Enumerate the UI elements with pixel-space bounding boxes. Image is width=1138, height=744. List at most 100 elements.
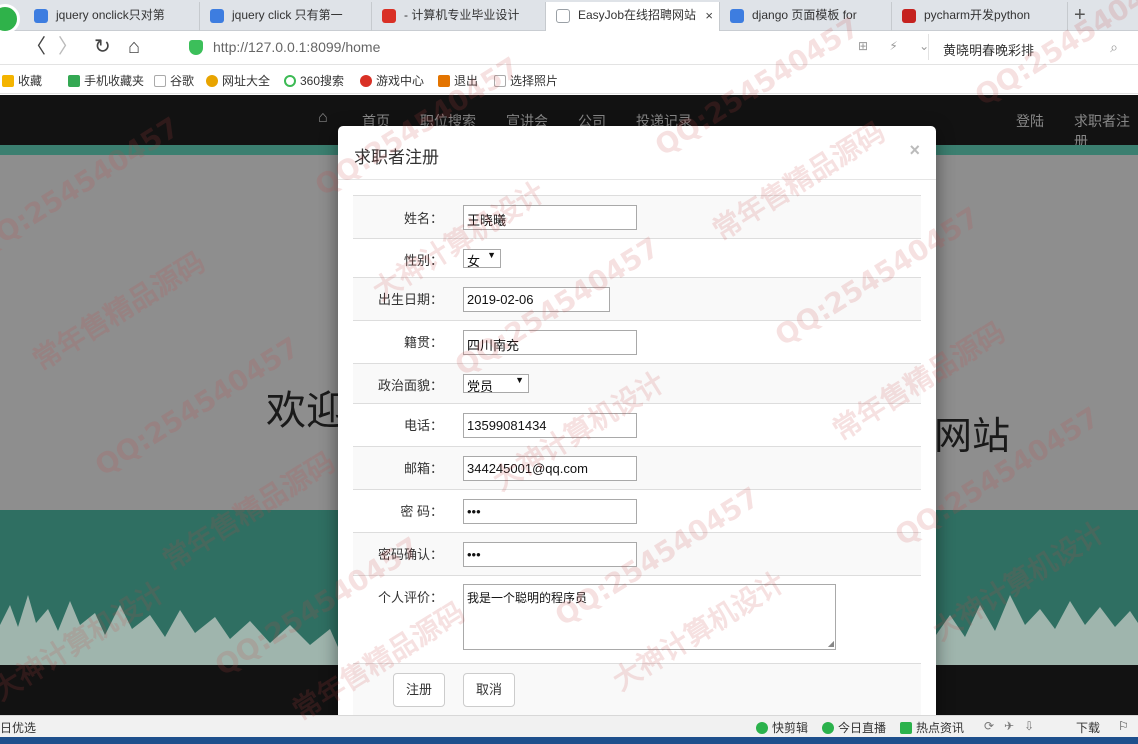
bookmark-item[interactable]: 手机收藏夹 <box>68 72 144 89</box>
browser-tab-2[interactable]: jquery click 只有第一 <box>200 2 372 31</box>
bookmark-label: 手机收藏夹 <box>84 74 145 88</box>
gender-select[interactable]: 女 ▼ <box>463 249 501 269</box>
password-confirm-input[interactable]: ••• <box>463 542 637 567</box>
hometown-input[interactable]: 四川南充 <box>463 330 637 355</box>
form-row-password: 密 码： ••• <box>353 489 921 532</box>
bio-label: 个人评价： <box>377 590 443 605</box>
search-icon[interactable]: ⌕ <box>1110 39 1118 56</box>
cancel-button[interactable]: 取消 <box>463 673 516 707</box>
password-label: 密 码： <box>400 504 443 519</box>
paw-icon <box>34 9 48 23</box>
password-confirm-label: 密码确认： <box>377 547 443 562</box>
bookmark-label: 退出 <box>454 74 479 88</box>
form-row-gender: 性别： 女 ▼ <box>353 238 921 277</box>
c-logo-icon <box>902 9 916 23</box>
register-button[interactable]: 注册 <box>393 673 446 707</box>
email-input[interactable]: 344245001@qq.com <box>463 456 637 481</box>
flag-icon[interactable]: ⚐ <box>1118 719 1129 733</box>
back-icon[interactable]: 〈 <box>26 36 46 58</box>
bookmark-item[interactable]: 选择照片 <box>494 72 558 89</box>
status-item-label: 快剪辑 <box>772 721 809 735</box>
hometown-label: 籍贯： <box>403 335 443 350</box>
browser-status-bar: 日优选 快剪辑 今日直播 热点资讯 ⟳ ✈ ⇩ 下载 ⚐ <box>0 715 1138 737</box>
bio-text: 我是一个聪明的程序员 <box>467 591 588 605</box>
status-left-text[interactable]: 日优选 <box>0 719 36 736</box>
form-row-email: 邮箱： 344245001@qq.com <box>353 446 921 489</box>
close-tab-icon[interactable]: × <box>705 2 713 29</box>
form-row-name: 姓名： 王晓曦 <box>353 195 921 238</box>
exit-icon <box>438 75 450 87</box>
browser-tab-3[interactable]: - 计算机专业毕业设计 <box>372 2 546 31</box>
chevron-down-icon: ▼ <box>515 375 524 385</box>
politics-value: 党员 <box>467 379 494 394</box>
paw-icon <box>210 9 224 23</box>
password-input[interactable]: ••• <box>463 499 637 524</box>
form-row-hometown: 籍贯： 四川南充 <box>353 320 921 363</box>
form-row-bio: 个人评价： 我是一个聪明的程序员 ◢ <box>353 575 921 663</box>
download-label[interactable]: 下载 <box>1076 719 1100 736</box>
hero-title-left: 欢迎 <box>266 389 346 433</box>
bookmark-item[interactable]: 网址大全 <box>206 72 270 89</box>
status-item-live[interactable]: 今日直播 <box>822 719 886 736</box>
tab-title: pycharm开发python <box>924 8 1031 22</box>
resize-handle-icon[interactable]: ◢ <box>828 639 834 648</box>
os-taskbar <box>0 737 1138 744</box>
bookmark-item[interactable]: 退出 <box>438 72 478 89</box>
close-icon[interactable]: × <box>909 140 920 161</box>
name-label: 姓名： <box>403 211 443 226</box>
status-item-news[interactable]: 热点资讯 <box>900 719 964 736</box>
form-row-politics: 政治面貌： 党员 ▼ <box>353 363 921 403</box>
birthday-input[interactable]: 2019-02-06 <box>463 287 610 312</box>
politics-select[interactable]: 党员 ▼ <box>463 374 529 394</box>
reload-icon[interactable]: ↻ <box>94 36 111 58</box>
browser-logo <box>0 4 20 34</box>
globe-icon <box>206 75 218 87</box>
form-row-phone: 电话： 13599081434 <box>353 403 921 446</box>
home-icon[interactable]: ⌂ <box>128 36 140 58</box>
hero-title-right: 网站 <box>934 416 1011 458</box>
register-form: 姓名： 王晓曦 性别： 女 ▼ 出生日期： 2019-02-06 籍贯： 四川南… <box>353 195 921 663</box>
browser-nav-bar: 〈 〉 ↻ ⌂ http://127.0.0.1:8099/home ⊞ ⚡ ⌄… <box>0 31 1138 65</box>
search-box[interactable]: 黄晓明春晚彩排 ⌕ <box>928 34 1128 60</box>
bookmark-item[interactable]: 360搜索 <box>284 72 344 89</box>
browser-tab-5[interactable]: django 页面模板 for <box>720 2 892 31</box>
chevron-down-icon: ▼ <box>487 250 496 260</box>
browser-tab-6[interactable]: pycharm开发python <box>892 2 1068 31</box>
url-text[interactable]: http://127.0.0.1:8099/home <box>213 39 380 55</box>
phone-input[interactable]: 13599081434 <box>463 413 637 438</box>
misc-status-icons[interactable]: ⟳ ✈ ⇩ <box>984 719 1034 733</box>
browser-tab-1[interactable]: jquery onclick只对第 <box>24 2 200 31</box>
modal-actions: 注册 取消 <box>353 663 921 721</box>
form-row-birthday: 出生日期： 2019-02-06 <box>353 277 921 320</box>
search-icon <box>284 75 296 87</box>
home-icon[interactable]: ⌂ <box>318 109 328 127</box>
flag-icon <box>382 9 396 23</box>
address-bar[interactable]: http://127.0.0.1:8099/home <box>184 36 844 60</box>
phone-icon <box>68 75 80 87</box>
paw-icon <box>730 9 744 23</box>
bookmark-label: 360搜索 <box>300 74 345 88</box>
bookmark-label: 游戏中心 <box>376 74 425 88</box>
bookmark-item[interactable]: 谷歌 <box>154 72 194 89</box>
gender-value: 女 <box>467 254 481 269</box>
login-link[interactable]: 登陆 <box>1016 111 1044 131</box>
browser-tab-active[interactable]: EasyJob在线招聘网站 × <box>546 2 720 32</box>
bookmark-item[interactable]: 游戏中心 <box>360 72 424 89</box>
modal-header: 求职者注册 × <box>338 126 936 180</box>
bookmark-item[interactable]: 收藏 <box>2 72 42 89</box>
phone-label: 电话： <box>403 418 443 433</box>
play-icon <box>822 722 834 734</box>
toolbar-icons[interactable]: ⊞ ⚡ ⌄ <box>858 39 938 53</box>
play-icon <box>756 722 768 734</box>
game-icon <box>360 75 372 87</box>
new-tab-icon[interactable]: + <box>1074 4 1086 27</box>
search-input[interactable]: 黄晓明春晚彩排 <box>943 40 1034 59</box>
page-icon <box>556 9 570 23</box>
news-icon <box>900 722 912 734</box>
name-input[interactable]: 王晓曦 <box>463 205 637 230</box>
bio-textarea[interactable]: 我是一个聪明的程序员 ◢ <box>463 584 836 650</box>
status-item-kuaijianji[interactable]: 快剪辑 <box>756 719 808 736</box>
forward-icon[interactable]: 〉 <box>58 36 78 58</box>
tab-title: - 计算机专业毕业设计 <box>404 8 520 22</box>
page-icon <box>494 75 506 87</box>
